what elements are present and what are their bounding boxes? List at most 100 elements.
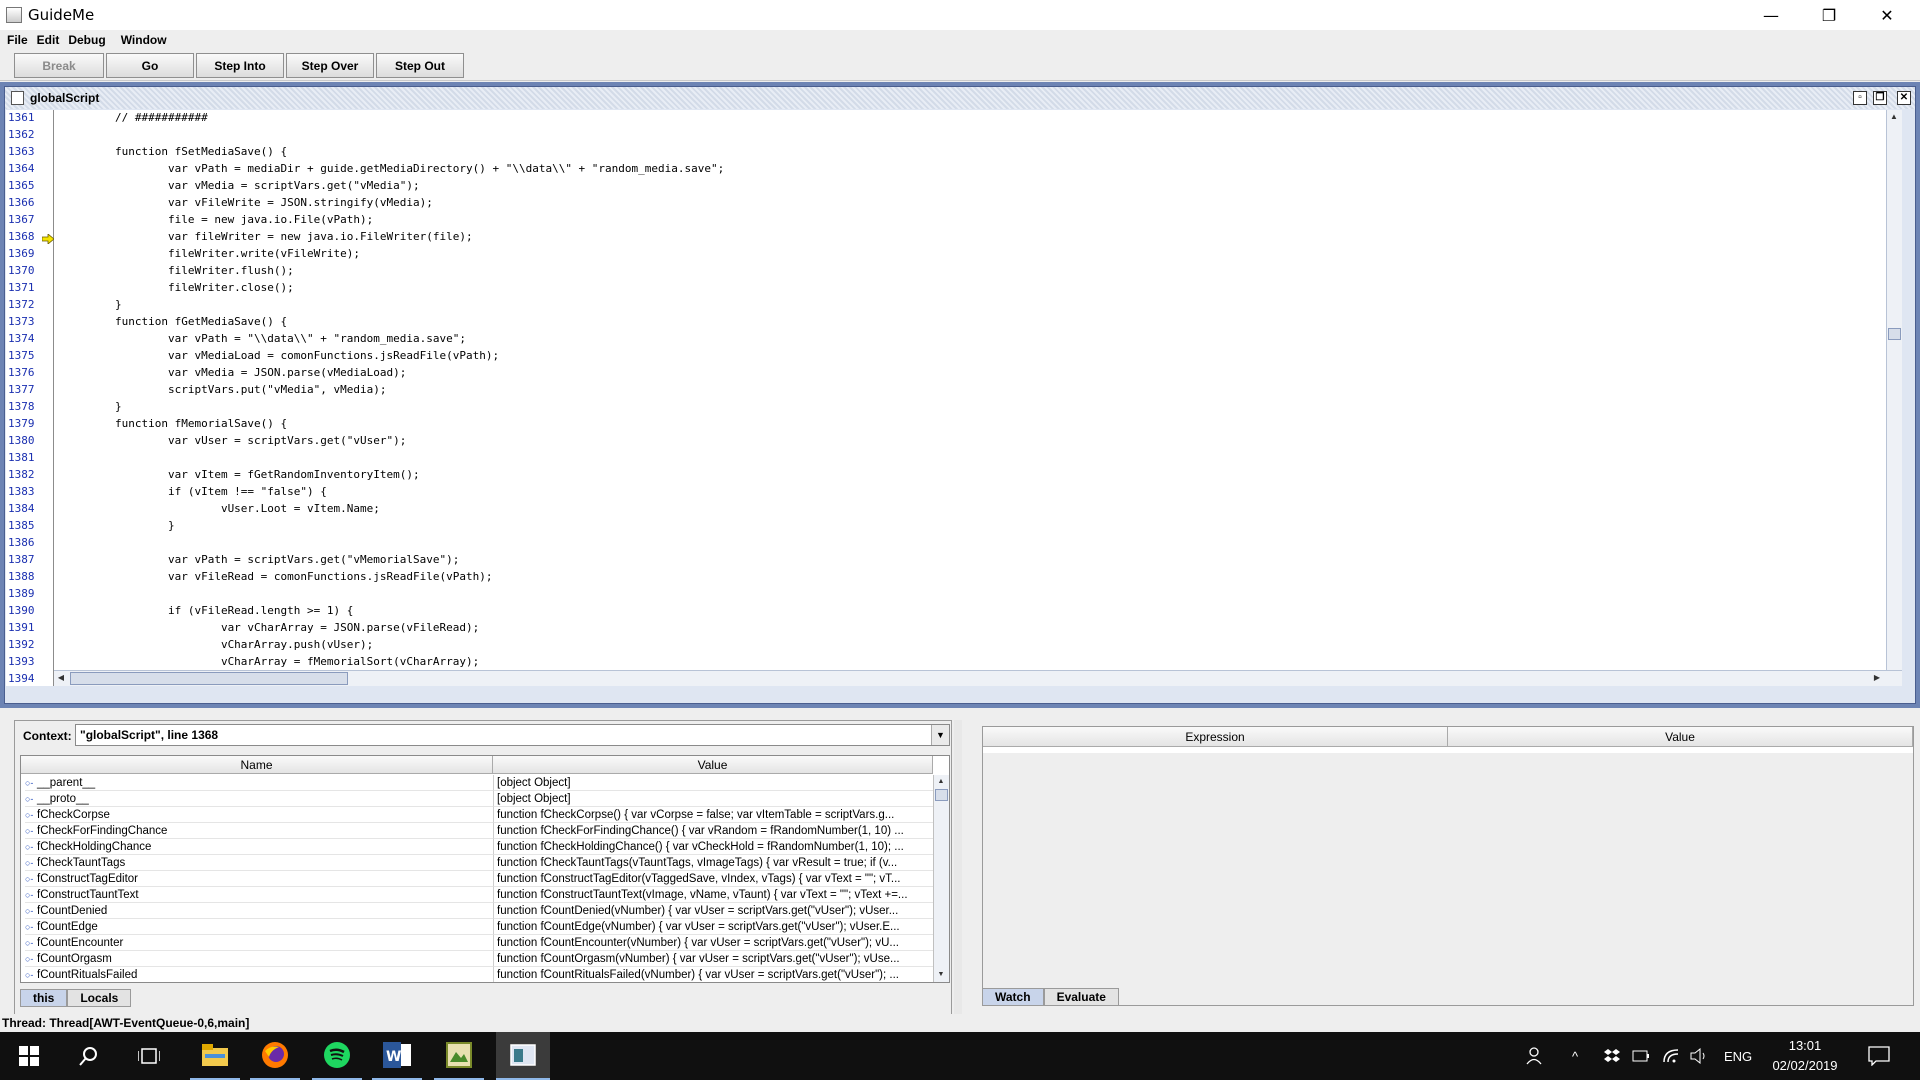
code-line[interactable]: vUser.Loot = vItem.Name; xyxy=(62,502,380,515)
guideme-icon[interactable] xyxy=(434,1032,484,1080)
expand-node-icon[interactable]: ○- xyxy=(25,887,37,903)
code-line[interactable]: var vMedia = scriptVars.get("vMedia"); xyxy=(62,179,420,192)
code-line[interactable]: } xyxy=(62,400,122,413)
maximize-button[interactable]: ❐ xyxy=(1800,0,1858,30)
code-line[interactable]: fileWriter.write(vFileWrite); xyxy=(62,247,360,260)
code-line[interactable]: var vMedia = JSON.parse(vMediaLoad); xyxy=(62,366,406,379)
watch-table[interactable]: Expression Value xyxy=(983,727,1913,753)
spotify-icon[interactable] xyxy=(312,1032,362,1080)
battery-icon[interactable] xyxy=(1632,1032,1650,1080)
code-line[interactable]: } xyxy=(62,298,122,311)
code-line[interactable]: fileWriter.flush(); xyxy=(62,264,294,277)
code-line[interactable]: var fileWriter = new java.io.FileWriter(… xyxy=(62,230,473,243)
menu-file[interactable]: File xyxy=(0,33,35,47)
code-line[interactable]: } xyxy=(62,519,175,532)
code-line[interactable]: var vPath = mediaDir + guide.getMediaDir… xyxy=(62,162,724,175)
variables-scroll-thumb[interactable] xyxy=(935,789,948,801)
tab-watch[interactable]: Watch xyxy=(982,988,1044,1006)
language-indicator[interactable]: ENG xyxy=(1724,1032,1752,1080)
editor-horizontal-scrollbar[interactable]: ◀ ▶ xyxy=(54,670,1902,686)
expand-node-icon[interactable]: ○- xyxy=(25,823,37,839)
table-row[interactable]: ○- fCheckCorpse function fCheckCorpse() { … xyxy=(21,807,933,823)
code-line[interactable]: function fSetMediaSave() { xyxy=(62,145,287,158)
notifications-icon[interactable] xyxy=(1868,1032,1890,1080)
break-button[interactable]: Break xyxy=(14,53,104,78)
code-line[interactable]: vCharArray.push(vUser); xyxy=(62,638,373,651)
code-line[interactable]: var vUser = scriptVars.get("vUser"); xyxy=(62,434,406,447)
go-button[interactable]: Go xyxy=(106,53,194,78)
code-line[interactable]: if (vItem !== "false") { xyxy=(62,485,327,498)
scroll-up-icon[interactable]: ▲ xyxy=(934,775,948,789)
scroll-up-icon[interactable]: ▲ xyxy=(1887,110,1901,124)
code-line[interactable]: var vPath = "\\data\\" + "random_media.s… xyxy=(62,332,466,345)
expand-node-icon[interactable]: ○- xyxy=(25,919,37,935)
table-row[interactable]: ○- fCountRitualsFailed function fCountRitu… xyxy=(21,967,933,982)
menu-edit[interactable]: Edit xyxy=(35,33,67,47)
file-explorer-icon[interactable] xyxy=(190,1032,240,1080)
code-line[interactable]: vCharArray = fMemorialSort(vCharArray); xyxy=(62,655,479,668)
firefox-icon[interactable] xyxy=(250,1032,300,1080)
code-line[interactable]: var vFileWrite = JSON.stringify(vMedia); xyxy=(62,196,433,209)
column-header-expression[interactable]: Expression xyxy=(983,727,1448,747)
chevron-up-icon[interactable]: ^ xyxy=(1572,1032,1578,1080)
word-icon[interactable]: W xyxy=(372,1032,422,1080)
script-window-title-bar[interactable]: globalScript ▫ ❐ ✕ xyxy=(5,87,1915,109)
step-over-button[interactable]: Step Over xyxy=(286,53,374,78)
variables-table[interactable]: Name Value ○- __parent__ [object Object] ○-… xyxy=(20,755,950,983)
code-editor[interactable]: 1361 1362 1363 1364 1365 1366 1367 1368 1369 1370… xyxy=(6,110,1902,686)
volume-icon[interactable] xyxy=(1690,1032,1708,1080)
scroll-right-icon[interactable]: ▶ xyxy=(1870,671,1884,685)
code-line[interactable]: var vFileRead = comonFunctions.jsReadFil… xyxy=(62,570,493,583)
column-header-watch-value[interactable]: Value xyxy=(1448,727,1913,747)
chevron-down-icon[interactable]: ▼ xyxy=(931,725,949,745)
dropbox-icon[interactable] xyxy=(1604,1032,1620,1080)
table-row[interactable]: ○- fConstructTauntText function fConstruct… xyxy=(21,887,933,903)
debugger-icon[interactable] xyxy=(496,1032,550,1080)
tab-locals[interactable]: Locals xyxy=(67,989,132,1007)
code-line[interactable]: function fMemorialSave() { xyxy=(62,417,287,430)
menu-debug[interactable]: Debug xyxy=(66,33,112,47)
column-header-name[interactable]: Name xyxy=(21,756,493,774)
taskbar-clock[interactable]: 13:01 02/02/2019 xyxy=(1770,1036,1840,1076)
minimize-button[interactable]: — xyxy=(1742,0,1800,30)
code-line[interactable]: var vCharArray = JSON.parse(vFileRead); xyxy=(62,621,479,634)
vertical-splitter[interactable] xyxy=(954,720,962,1020)
scroll-left-icon[interactable]: ◀ xyxy=(54,671,68,685)
start-icon[interactable] xyxy=(4,1032,54,1080)
scroll-down-icon[interactable]: ▼ xyxy=(934,968,948,982)
expand-node-icon[interactable]: ○- xyxy=(25,775,37,791)
code-line[interactable]: fileWriter.close(); xyxy=(62,281,294,294)
expand-node-icon[interactable]: ○- xyxy=(25,807,37,823)
code-line[interactable]: var vMediaLoad = comonFunctions.jsReadFi… xyxy=(62,349,499,362)
horizontal-splitter[interactable] xyxy=(0,708,1920,718)
table-row[interactable]: ○- fCheckTauntTags function fCheckTauntTag… xyxy=(21,855,933,871)
table-row[interactable]: ○- fCheckForFindingChance function fCheckF… xyxy=(21,823,933,839)
editor-vertical-scrollbar[interactable]: ▲ ▼ xyxy=(1886,110,1902,686)
table-row[interactable]: ○- __proto__ [object Object] xyxy=(21,791,933,807)
code-line[interactable]: scriptVars.put("vMedia", vMedia); xyxy=(62,383,387,396)
search-icon[interactable] xyxy=(64,1032,114,1080)
table-row[interactable]: ○- fCountEdge function fCountEdge(vNumber)… xyxy=(21,919,933,935)
code-line[interactable]: var vPath = scriptVars.get("vMemorialSav… xyxy=(62,553,459,566)
code-line[interactable]: // ########### xyxy=(62,111,208,124)
people-icon[interactable] xyxy=(1526,1032,1546,1080)
tab-this[interactable]: this xyxy=(20,989,68,1007)
table-row[interactable]: ○- fCheckHoldingChance function fCheckHold… xyxy=(21,839,933,855)
code-line[interactable]: function fGetMediaSave() { xyxy=(62,315,287,328)
restore-icon[interactable]: ❐ xyxy=(1873,91,1887,105)
close-button[interactable]: ✕ xyxy=(1858,0,1916,30)
expand-node-icon[interactable]: ○- xyxy=(25,935,37,951)
tab-evaluate[interactable]: Evaluate xyxy=(1043,988,1119,1006)
expand-node-icon[interactable]: ○- xyxy=(25,855,37,871)
step-out-button[interactable]: Step Out xyxy=(376,53,464,78)
menu-window[interactable]: Window xyxy=(113,33,174,47)
horizontal-scroll-thumb[interactable] xyxy=(70,672,348,685)
expand-node-icon[interactable]: ○- xyxy=(25,791,37,807)
vertical-scroll-thumb[interactable] xyxy=(1888,328,1901,340)
code-line[interactable]: file = new java.io.File(vPath); xyxy=(62,213,373,226)
frame-close-icon[interactable]: ✕ xyxy=(1897,91,1911,105)
expand-node-icon[interactable]: ○- xyxy=(25,871,37,887)
expand-node-icon[interactable]: ○- xyxy=(25,903,37,919)
line-number-gutter[interactable]: 1361 1362 1363 1364 1365 1366 1367 1368 1369 1370… xyxy=(6,110,55,686)
task-view-icon[interactable] xyxy=(124,1032,174,1080)
